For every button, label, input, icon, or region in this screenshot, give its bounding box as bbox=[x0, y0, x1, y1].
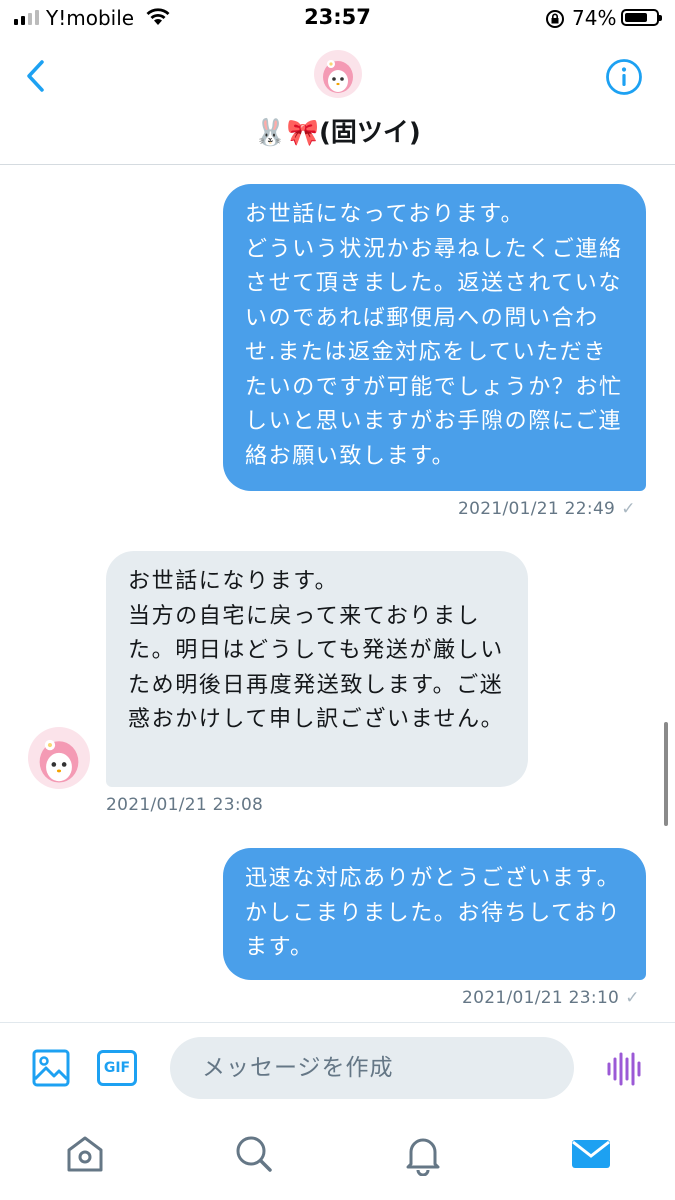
read-check-icon: ✓ bbox=[621, 499, 636, 519]
scrollbar[interactable] bbox=[664, 722, 668, 826]
bottom-tab-bar bbox=[0, 1114, 675, 1200]
search-icon[interactable] bbox=[232, 1132, 276, 1176]
info-icon[interactable] bbox=[605, 58, 643, 96]
back-chevron-icon[interactable] bbox=[20, 56, 52, 96]
message-timestamp: 2021/01/21 23:08 bbox=[106, 795, 264, 815]
read-check-icon: ✓ bbox=[625, 988, 640, 1008]
message-timestamp: 2021/01/21 23:10 ✓ bbox=[462, 988, 640, 1008]
status-bar: Y!mobile 23:57 74% bbox=[0, 0, 675, 40]
message-composer: GIF bbox=[0, 1022, 675, 1115]
message-input[interactable] bbox=[170, 1037, 574, 1099]
message-timestamp: 2021/01/21 22:49 ✓ bbox=[458, 499, 636, 519]
home-icon[interactable] bbox=[63, 1132, 107, 1176]
timestamp-text: 2021/01/21 23:10 bbox=[462, 988, 620, 1008]
contact-avatar[interactable] bbox=[28, 727, 90, 789]
voice-message-icon[interactable] bbox=[604, 1051, 644, 1087]
gif-button[interactable]: GIF bbox=[97, 1050, 137, 1086]
conversation-header: 🐰🎀(固ツイ) bbox=[0, 40, 675, 165]
timestamp-text: 2021/01/21 22:49 bbox=[458, 499, 616, 519]
image-icon[interactable] bbox=[32, 1049, 70, 1087]
battery-icon bbox=[621, 9, 662, 26]
messages-envelope-icon[interactable] bbox=[569, 1132, 613, 1176]
battery-level-fill bbox=[625, 13, 647, 22]
notifications-bell-icon[interactable] bbox=[401, 1132, 445, 1176]
orientation-lock-icon bbox=[546, 10, 564, 28]
battery-percent: 74% bbox=[572, 6, 617, 30]
message-bubble-received[interactable]: お世話になります。 当方の自宅に戻って来ておりました。明日はどうしても発送が厳し… bbox=[106, 551, 528, 787]
message-bubble-sent[interactable]: 迅速な対応ありがとうございます。かしこまりました。お待ちしております。 bbox=[223, 848, 646, 980]
message-bubble-sent[interactable]: お世話になっております。 どういう状況かお尋ねしたくご連絡させて頂きました。返送… bbox=[223, 184, 646, 491]
conversation-title[interactable]: 🐰🎀(固ツイ) bbox=[0, 112, 675, 149]
contact-avatar[interactable] bbox=[314, 50, 362, 98]
